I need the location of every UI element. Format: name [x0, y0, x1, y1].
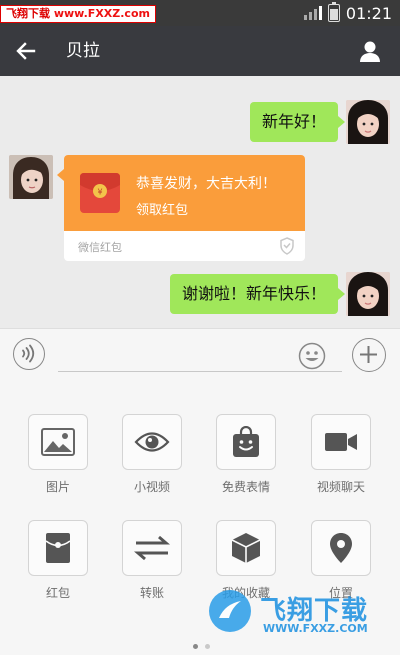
back-arrow-icon[interactable] — [14, 39, 38, 63]
eye-icon — [134, 432, 170, 452]
page-dot — [205, 644, 210, 649]
more-tools-button[interactable] — [352, 338, 386, 372]
tool-red-packet-box[interactable] — [28, 520, 88, 576]
my-avatar[interactable] — [346, 100, 390, 144]
message-text: 新年好！ — [261, 112, 326, 131]
box-icon — [231, 533, 261, 563]
tool-image[interactable]: 图片 — [25, 414, 91, 495]
status-indicators: 01:21 — [303, 0, 392, 26]
battery-icon — [327, 2, 340, 22]
title-bar: 贝拉 — [0, 26, 400, 76]
my-avatar[interactable] — [346, 272, 390, 316]
image-icon — [41, 428, 75, 456]
emoji-bag-icon — [233, 426, 259, 457]
tool-transfer-box[interactable] — [122, 520, 182, 576]
page-dot-active — [193, 644, 198, 649]
contact-avatar[interactable] — [9, 155, 53, 199]
tool-video-chat-box[interactable] — [311, 414, 371, 470]
red-packet-footer-bar: 微信红包 — [64, 231, 305, 261]
tool-label: 转账 — [139, 586, 164, 600]
red-packet-title: 恭喜发财，大吉大利！ — [136, 176, 276, 192]
emoji-icon[interactable] — [298, 342, 326, 370]
message-text: 谢谢啦！新年快乐！ — [181, 284, 326, 303]
input-bar — [0, 328, 400, 380]
red-packet-action: 领取红包 — [136, 203, 189, 218]
tool-favorites-box[interactable] — [216, 520, 276, 576]
status-bar: 飞翔下载 www.FXXZ.com 01:21 — [0, 0, 400, 26]
message-bubble-sent[interactable]: 新年好！ — [249, 102, 346, 142]
tool-short-video[interactable]: 小视频 — [119, 414, 185, 495]
voice-icon — [22, 344, 35, 363]
tool-label: 红包 — [45, 586, 70, 600]
watermark-top: 飞翔下载 www.FXXZ.com — [0, 5, 156, 23]
tool-location-box[interactable] — [311, 520, 371, 576]
chat-area[interactable]: 新年好！ ¥ 恭喜发财，大吉大利！ 领取红包 微信红包 谢谢啦！新年快乐！ — [0, 76, 400, 328]
tool-video-chat[interactable]: 视频聊天 — [308, 414, 374, 495]
status-time: 01:21 — [345, 3, 392, 23]
red-envelope-icon — [45, 533, 71, 563]
red-packet-message[interactable]: ¥ 恭喜发财，大吉大利！ 领取红包 微信红包 — [57, 155, 305, 261]
shield-icon — [280, 237, 294, 255]
tool-label: 视频聊天 — [316, 480, 365, 494]
signal-icon — [303, 6, 322, 20]
tool-image-box[interactable] — [28, 414, 88, 470]
tool-short-video-box[interactable] — [122, 414, 182, 470]
person-icon[interactable] — [358, 39, 382, 63]
tool-transfer[interactable]: 转账 — [119, 520, 185, 601]
transfer-icon — [134, 535, 170, 561]
tool-red-packet[interactable]: 红包 — [25, 520, 91, 601]
tool-free-stickers[interactable]: 免费表情 — [213, 414, 279, 495]
watermark-top-site: www.FXXZ.com — [53, 7, 150, 20]
tool-label: 图片 — [45, 480, 70, 494]
red-packet-footer: 微信红包 — [78, 241, 122, 254]
watermark-bottom-url: WWW.FXXZ.COM — [263, 622, 368, 635]
watermark-logo-icon — [209, 590, 251, 632]
tool-free-stickers-box[interactable] — [216, 414, 276, 470]
tool-label: 小视频 — [133, 480, 170, 494]
page-indicator — [193, 644, 210, 649]
video-camera-icon — [325, 433, 357, 451]
tool-label: 免费表情 — [221, 480, 270, 494]
plus-icon — [360, 346, 377, 363]
location-pin-icon — [330, 533, 352, 563]
red-envelope-icon: ¥ — [80, 173, 120, 213]
red-packet-top[interactable]: ¥ 恭喜发财，大吉大利！ 领取红包 — [57, 155, 305, 231]
chat-title: 贝拉 — [66, 41, 100, 61]
message-bubble-sent[interactable]: 谢谢啦！新年快乐！ — [169, 274, 346, 314]
watermark-top-name: 飞翔下载 — [6, 7, 50, 20]
voice-button[interactable] — [13, 338, 45, 370]
watermark-bottom: 飞翔下载 WWW.FXXZ.COM — [205, 588, 388, 636]
svg-text:¥: ¥ — [97, 188, 102, 197]
